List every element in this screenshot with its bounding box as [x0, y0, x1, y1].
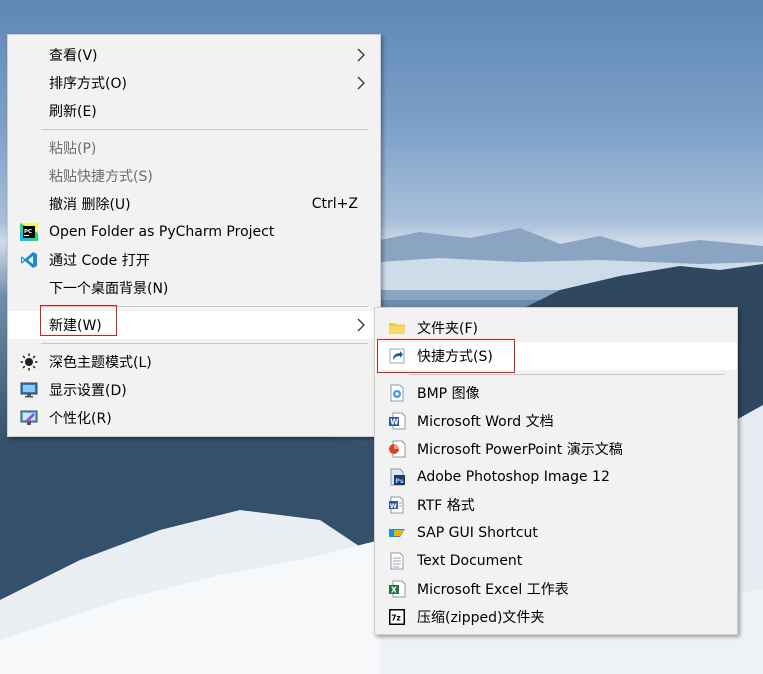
menu-item-paste-shortcut[interactable]: 粘贴快捷方式(S)	[8, 162, 380, 190]
menu-item-paste[interactable]: 粘贴(P)	[8, 134, 380, 162]
vscode-icon	[21, 252, 37, 268]
menu-item-label: 查看(V)	[49, 48, 98, 64]
menu-item-next-background[interactable]: 下一个桌面背景(N)	[8, 274, 380, 302]
rtf-document-icon: W	[389, 496, 404, 514]
text-document-icon	[390, 552, 404, 570]
submenu-item-powerpoint[interactable]: Microsoft PowerPoint 演示文稿	[375, 435, 737, 463]
submenu-item-bmp-image[interactable]: BMP 图像	[375, 379, 737, 407]
monitor-icon	[20, 382, 38, 398]
menu-item-label: 刷新(E)	[49, 104, 97, 120]
submenu-item-word-document[interactable]: W Microsoft Word 文档	[375, 407, 737, 435]
menu-item-shortcut: Ctrl+Z	[311, 196, 358, 212]
svg-text:W: W	[390, 418, 399, 427]
menu-item-label: 文件夹(F)	[417, 321, 478, 337]
menu-item-label: Adobe Photoshop Image 12	[417, 469, 610, 485]
sun-icon	[20, 353, 38, 371]
menu-item-display-settings[interactable]: 显示设置(D)	[8, 376, 380, 404]
svg-text:7z: 7z	[391, 614, 401, 623]
menu-item-open-with-code[interactable]: 通过 Code 打开	[8, 246, 380, 274]
highlight-box-shortcut	[377, 339, 515, 373]
desktop-context-menu: 查看(V) 排序方式(O) 刷新(E) 粘贴(P) 粘贴快捷方式(S) 撤消 删…	[7, 34, 381, 437]
submenu-item-folder[interactable]: 文件夹(F)	[375, 314, 737, 342]
7zip-icon: 7z	[389, 609, 405, 625]
highlight-box-new	[40, 305, 117, 336]
menu-item-label: 粘贴快捷方式(S)	[49, 169, 153, 185]
menu-item-label: BMP 图像	[417, 386, 480, 402]
submenu-item-zipped-folder[interactable]: 7z 压缩(zipped)文件夹	[375, 603, 737, 631]
submenu-item-rtf[interactable]: W RTF 格式	[375, 491, 737, 519]
menu-item-label: 深色主题模式(L)	[49, 355, 152, 371]
chevron-right-icon	[357, 48, 365, 62]
sap-gui-icon	[389, 529, 405, 537]
svg-text:Ps: Ps	[395, 477, 404, 485]
excel-icon: X	[389, 580, 406, 598]
menu-item-undo-delete[interactable]: 撤消 删除(U) Ctrl+Z	[8, 190, 380, 218]
svg-text:W: W	[390, 502, 397, 510]
menu-item-open-pycharm[interactable]: PC Open Folder as PyCharm Project	[8, 218, 380, 246]
menu-item-personalize[interactable]: 个性化(R)	[8, 404, 380, 432]
menu-separator	[409, 374, 725, 375]
bmp-image-icon	[390, 384, 404, 402]
folder-icon	[389, 323, 405, 334]
menu-item-label: SAP GUI Shortcut	[417, 525, 538, 541]
chevron-right-icon	[357, 318, 365, 332]
menu-item-label: 粘贴(P)	[49, 141, 97, 157]
menu-item-dark-theme[interactable]: 深色主题模式(L)	[8, 348, 380, 376]
menu-item-label: RTF 格式	[417, 498, 475, 514]
menu-item-view[interactable]: 查看(V)	[8, 41, 380, 69]
pycharm-icon: PC	[20, 223, 38, 241]
submenu-item-text-document[interactable]: Text Document	[375, 547, 737, 575]
menu-item-label: Text Document	[417, 553, 523, 569]
menu-item-label: 排序方式(O)	[49, 76, 127, 92]
menu-item-label: Microsoft Word 文档	[417, 414, 554, 430]
menu-separator	[41, 343, 368, 344]
svg-text:PC: PC	[24, 229, 32, 235]
menu-item-label: 通过 Code 打开	[49, 253, 150, 269]
menu-item-label: 下一个桌面背景(N)	[49, 281, 169, 297]
menu-item-label: 压缩(zipped)文件夹	[417, 610, 545, 626]
menu-item-label: 撤消 删除(U)	[49, 197, 131, 213]
menu-item-label: 个性化(R)	[49, 411, 112, 427]
menu-item-label: Open Folder as PyCharm Project	[49, 224, 275, 240]
menu-item-label: 显示设置(D)	[49, 383, 127, 399]
menu-item-sort-by[interactable]: 排序方式(O)	[8, 69, 380, 97]
menu-separator	[41, 129, 368, 130]
submenu-item-photoshop-image[interactable]: Ps Adobe Photoshop Image 12	[375, 463, 737, 491]
menu-item-label: Microsoft PowerPoint 演示文稿	[417, 442, 623, 458]
chevron-right-icon	[357, 76, 365, 90]
personalize-icon	[20, 410, 38, 425]
menu-item-refresh[interactable]: 刷新(E)	[8, 97, 380, 125]
word-icon: W	[389, 412, 406, 430]
photoshop-icon: Ps	[390, 468, 405, 486]
submenu-item-sap-gui-shortcut[interactable]: SAP GUI Shortcut	[375, 519, 737, 547]
menu-item-label: Microsoft Excel 工作表	[417, 582, 569, 598]
svg-text:X: X	[391, 586, 397, 595]
powerpoint-icon	[389, 440, 406, 458]
submenu-item-excel-worksheet[interactable]: X Microsoft Excel 工作表	[375, 575, 737, 603]
